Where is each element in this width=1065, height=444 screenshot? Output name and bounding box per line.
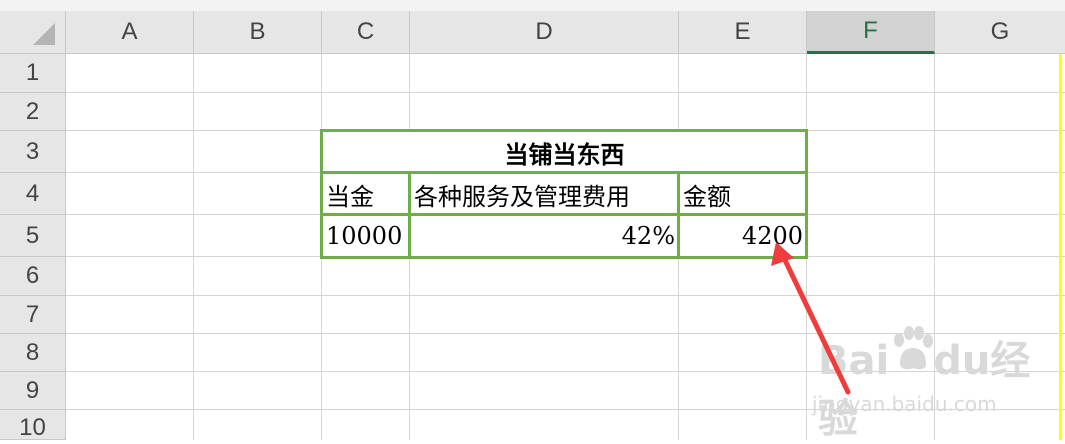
annotation-arrow-icon xyxy=(771,242,851,395)
spreadsheet: A B C D E F G 1 2 3 4 5 6 7 8 9 10 当铺当东西… xyxy=(0,0,1065,442)
